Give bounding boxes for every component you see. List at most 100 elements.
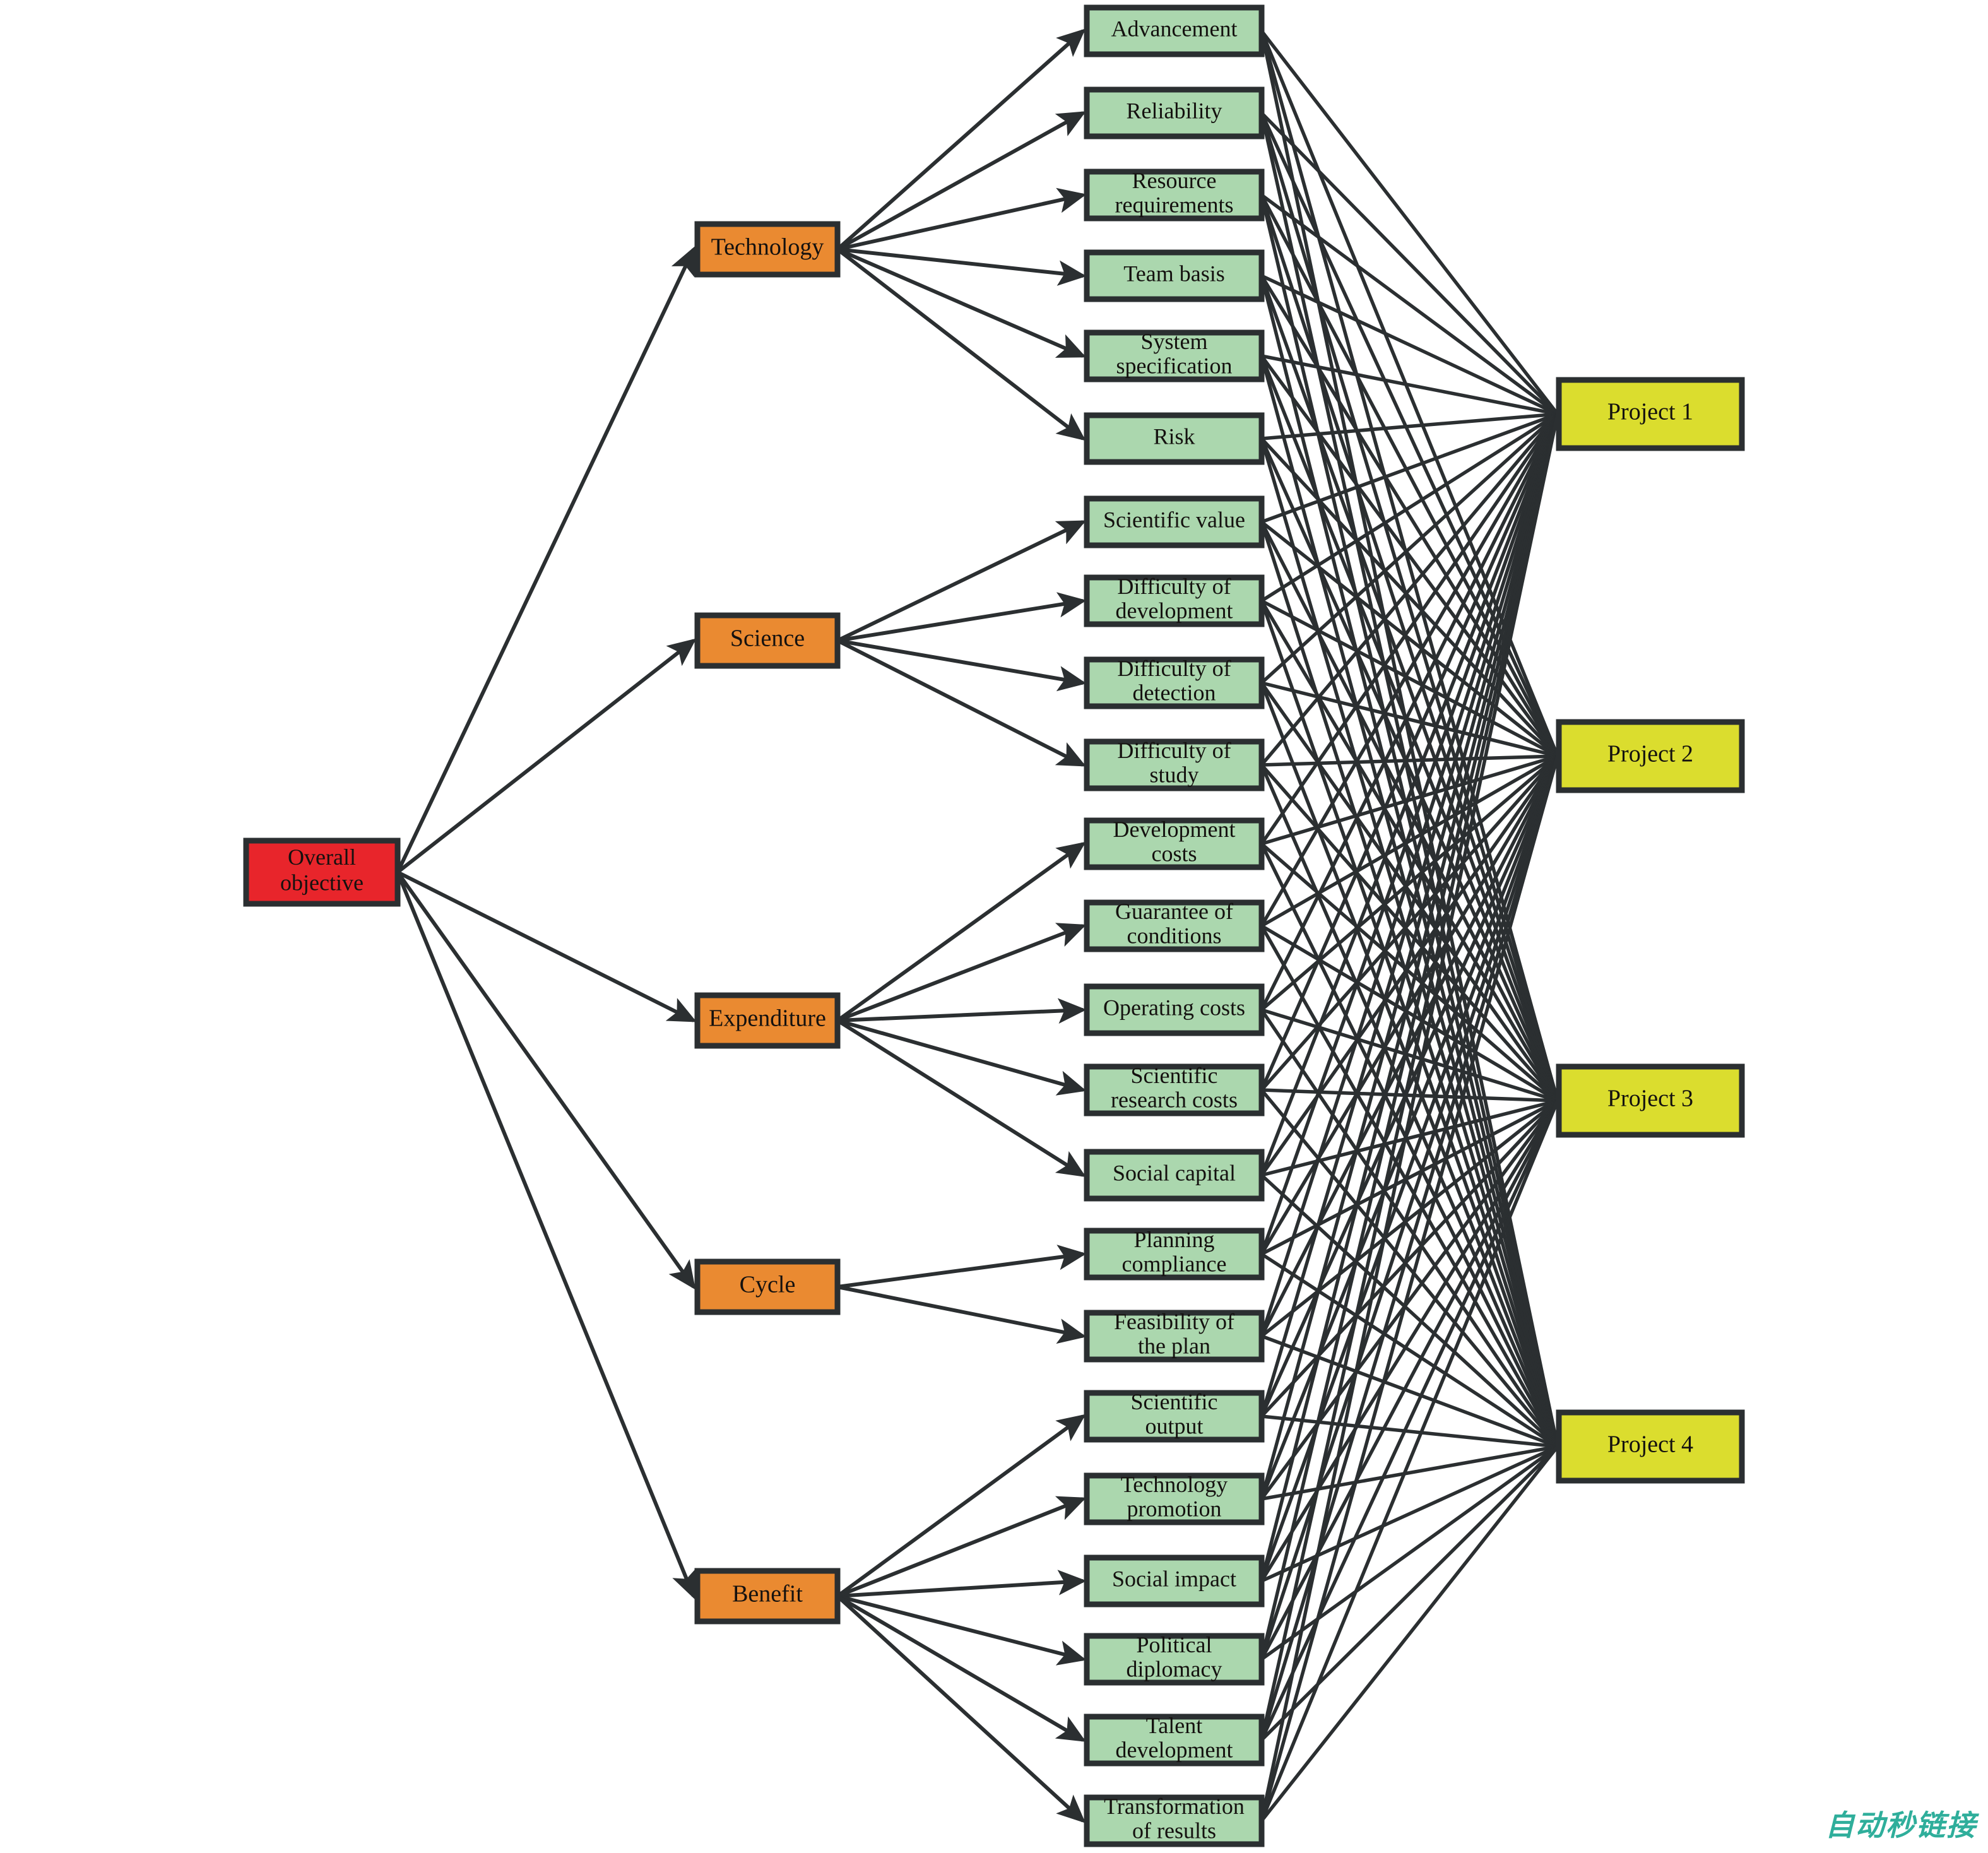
edge-c4-to-s16 [837,1245,1087,1289]
node-subcriterion-s18[interactable]: Scientificoutput [1084,1389,1265,1443]
nodes-alternatives[interactable]: Project 1 Project 2 Project 3 Project 4 [1556,377,1745,1484]
edge-c1-to-s1 [836,28,1086,251]
edge-goal-to-c2 [396,638,697,874]
edge-c2-to-s9 [837,639,1087,692]
node-subcriterion-s6[interactable]: Risk [1084,412,1265,465]
node-subcriterion-s3[interactable]: Resourcerequirements [1084,168,1265,222]
edge-c3-to-s14 [837,1019,1087,1096]
node-subcriterion-s21[interactable]: Politicaldiplomacy [1084,1632,1265,1686]
node-subcriterion-s5[interactable]: Systemspecification [1084,329,1265,382]
node-criterion-expenditure-label: Expenditure [709,1005,826,1032]
node-subcriterion-s13-label: Operating costs [1103,995,1245,1020]
node-alternative-p1[interactable]: Project 1 [1556,377,1745,451]
node-subcriterion-s16-label: compliance [1122,1251,1227,1276]
node-alternative-p2[interactable]: Project 2 [1556,719,1745,793]
node-subcriterion-s7[interactable]: Scientific value [1084,495,1265,548]
node-subcriterion-s19-label: promotion [1127,1496,1222,1521]
node-subcriterion-s13[interactable]: Operating costs [1084,983,1265,1036]
edge-s4-to-p3 [1260,275,1559,1101]
node-subcriterion-s16[interactable]: Planningcompliance [1084,1227,1265,1281]
node-subcriterion-s10-label: study [1149,762,1198,787]
edge-goal-to-c4 [396,871,696,1290]
node-criterion-technology[interactable]: Technology [694,221,841,278]
node-subcriterion-s23[interactable]: Transformationof results [1084,1794,1265,1847]
node-subcriterion-s1[interactable]: Advancement [1084,4,1265,57]
edge-c1-to-s2 [836,111,1086,251]
node-subcriterion-s4-label: Team basis [1123,261,1224,286]
node-subcriterion-s3-label: Resource [1132,168,1217,193]
nodes-criteria[interactable]: Technology Science Expenditure Cycle Benefit [694,221,841,1625]
node-subcriterion-s9-label: Difficulty of [1117,656,1231,681]
node-subcriterion-s15-label: Social capital [1113,1160,1236,1185]
node-subcriterion-s22-label: development [1116,1737,1233,1762]
node-subcriterion-s2-label: Reliability [1127,98,1222,123]
node-overall-objective[interactable]: Overallobjective [243,838,401,907]
node-subcriterion-s11[interactable]: Developmentcosts [1084,817,1265,870]
edges-criteria-to-subcriteria [836,28,1087,1823]
edge-s1-to-p1 [1260,30,1559,415]
node-subcriterion-s8-label: Difficulty of [1117,574,1231,599]
node-subcriterion-s23-label: of results [1132,1818,1216,1843]
node-subcriterion-s8[interactable]: Difficulty ofdevelopment [1084,574,1265,627]
edge-goal-to-c1 [396,246,695,873]
edge-c1-to-s4 [837,247,1087,286]
node-subcriterion-s22[interactable]: Talentdevelopment [1084,1713,1265,1767]
node-subcriterion-s3-label: requirements [1115,192,1234,217]
node-subcriterion-s9[interactable]: Difficulty ofdetection [1084,656,1265,709]
edge-c1-to-s6 [836,247,1086,441]
node-criterion-benefit-label: Benefit [732,1581,803,1607]
edge-goal-to-c5 [396,871,696,1600]
edge-goal-to-c3 [396,870,697,1022]
node-subcriterion-s17-label: the plan [1138,1333,1210,1358]
node-subcriterion-s10-label: Difficulty of [1117,738,1231,763]
watermark-label: 自动秒链接 [1825,1808,1977,1842]
node-overall-objective-label: objective [280,870,364,895]
node-criterion-technology-label: Technology [711,234,824,261]
hierarchy-diagram: Overallobjective Technology Science Expend… [243,4,1745,1847]
node-subcriterion-s4[interactable]: Team basis [1084,249,1265,302]
node-criterion-benefit[interactable]: Benefit [694,1568,841,1625]
node-subcriterion-s8-label: development [1116,598,1233,623]
node-subcriterion-s17[interactable]: Feasibility ofthe plan [1084,1309,1265,1363]
node-criterion-science[interactable]: Science [694,612,841,669]
diagram-canvas: Overall objective Technology Science Expend… [0,0,1988,1853]
node-subcriterion-s23-label: Transformation [1104,1794,1245,1819]
edge-c5-to-s18 [836,1414,1086,1598]
node-overall-objective-label: Overall [288,844,356,870]
node-subcriterion-s12[interactable]: Guarantee ofconditions [1084,899,1265,952]
node-subcriterion-s2[interactable]: Reliability [1084,86,1265,139]
node-subcriterion-s9-label: detection [1133,680,1216,705]
node-subcriterion-s5-label: specification [1116,353,1233,378]
node-criterion-cycle[interactable]: Cycle [694,1258,841,1315]
node-subcriterion-s7-label: Scientific value [1103,507,1245,532]
node-subcriterion-s14-label: Scientific [1131,1063,1218,1088]
node-subcriterion-s20[interactable]: Social impact [1084,1554,1265,1607]
node-subcriterion-s19[interactable]: Technologypromotion [1084,1472,1265,1525]
edge-c1-to-s5 [836,247,1087,358]
node-criterion-expenditure[interactable]: Expenditure [694,992,841,1049]
edges-subcriteria-to-alternatives [1260,30,1559,1822]
node-subcriterion-s18-label: output [1145,1413,1203,1438]
node-alternative-p3[interactable]: Project 3 [1556,1063,1745,1138]
node-subcriterion-s14[interactable]: Scientificresearch costs [1084,1063,1265,1116]
node-alternative-p3-label: Project 3 [1607,1086,1693,1112]
edge-c3-to-s13 [837,998,1087,1024]
node-subcriterion-s6-label: Risk [1153,423,1195,449]
node-subcriterion-s15[interactable]: Social capital [1084,1149,1265,1202]
node-subcriterion-s21-label: Political [1137,1632,1212,1657]
edge-c5-to-s23 [836,1594,1086,1823]
node-subcriterion-s1-label: Advancement [1111,16,1238,41]
node-subcriterion-s22-label: Talent [1146,1713,1202,1738]
node-goal[interactable]: Overallobjective [243,838,401,907]
node-subcriterion-s11-label: Development [1113,817,1236,842]
nodes-subcriteria[interactable]: Advancement Reliability Resourcerequiremen… [1084,4,1265,1847]
edge-c3-to-s15 [836,1019,1086,1177]
node-alternative-p4[interactable]: Project 4 [1556,1409,1745,1484]
edges-goal-to-criteria [396,246,697,1600]
node-alternative-p4-label: Project 4 [1607,1431,1693,1458]
edge-c3-to-s11 [836,841,1086,1022]
node-alternative-p2-label: Project 2 [1607,741,1693,767]
edge-s23-to-p4 [1260,1445,1559,1822]
node-subcriterion-s10[interactable]: Difficulty ofstudy [1084,738,1265,791]
node-subcriterion-s14-label: research costs [1111,1087,1238,1112]
